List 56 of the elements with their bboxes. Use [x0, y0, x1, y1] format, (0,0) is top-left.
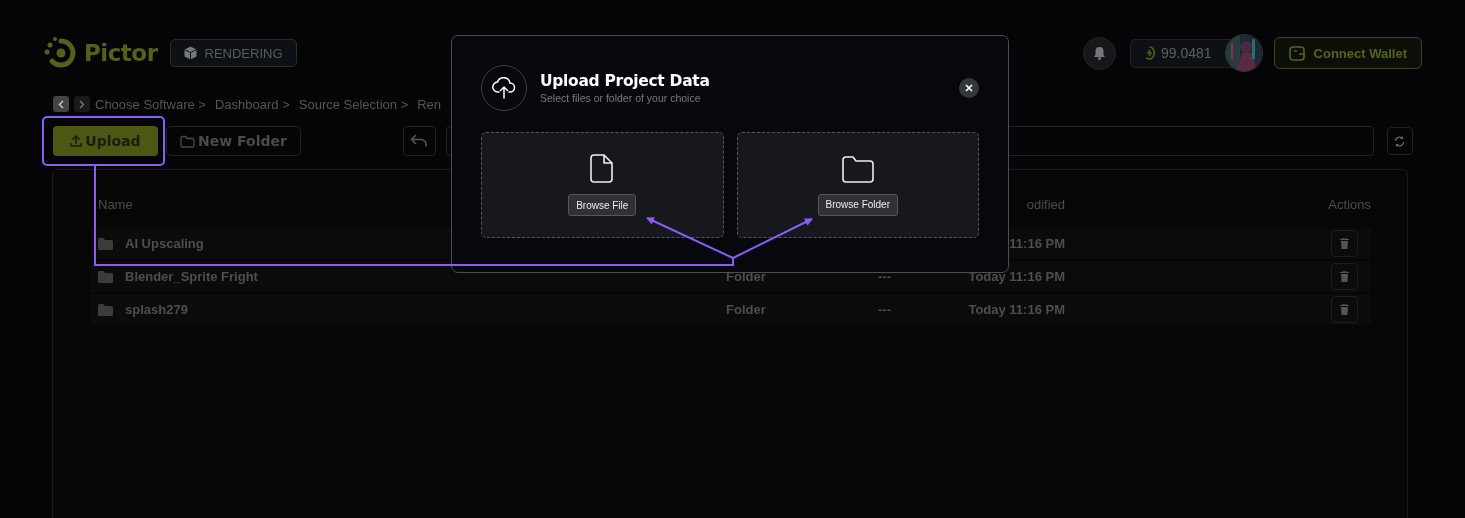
breadcrumb-link[interactable]: Dashboard >: [214, 96, 290, 112]
refresh-button[interactable]: [1386, 127, 1413, 155]
trash-icon: [1340, 238, 1349, 249]
logo-icon: [44, 36, 78, 70]
wallet-icon: [1288, 45, 1305, 61]
back-button[interactable]: [53, 96, 69, 112]
mode-badge[interactable]: RENDERING: [169, 39, 297, 67]
undo-icon: [410, 134, 429, 148]
trash-icon: [1340, 304, 1349, 315]
drop-zone[interactable]: Browse Folder: [736, 132, 979, 238]
column-header: odified: [1025, 196, 1065, 212]
file-name: splash279: [125, 302, 188, 317]
logo-text: Pictor: [84, 40, 158, 66]
upload-icon: [70, 135, 83, 147]
close-button[interactable]: [959, 78, 979, 98]
file-name: AI Upscaling: [125, 236, 204, 251]
table-row[interactable]: splash279 Folder --- Today 11:16 PM: [91, 294, 1371, 325]
browse-button[interactable]: Browse Folder: [817, 193, 898, 216]
coin-icon: [1143, 46, 1155, 60]
chevron-right-icon: [79, 99, 85, 109]
drop-zone[interactable]: Browse File: [481, 132, 724, 238]
undo-button[interactable]: [402, 126, 436, 156]
trash-icon: [1340, 271, 1349, 282]
column-header: Name: [98, 196, 133, 212]
forward-button[interactable]: [74, 96, 90, 112]
size-cell-text: ---: [878, 302, 892, 317]
upload-button[interactable]: Upload: [53, 126, 158, 156]
size-cell-text: ---: [878, 269, 892, 284]
new-folder-button[interactable]: New Folder: [166, 126, 301, 156]
dialog-subtitle: Select files or folder of your choice: [540, 92, 702, 104]
breadcrumb-link[interactable]: Choose Software >: [95, 96, 206, 112]
delete-button[interactable]: [1331, 230, 1358, 257]
folder-icon: [98, 237, 113, 250]
folder-icon: [841, 154, 874, 183]
folder-plus-icon: [180, 134, 195, 148]
close-icon: [965, 84, 973, 92]
column-header: Actions: [1328, 196, 1371, 212]
connect-wallet-button[interactable]: Connect Wallet: [1273, 37, 1422, 69]
dialog-title: Upload Project Data: [540, 72, 710, 90]
modified-cell-text: 11:16 PM: [1008, 236, 1065, 251]
browse-button[interactable]: Browse File: [568, 194, 637, 216]
file-name: Blender_Sprite Fright: [125, 269, 258, 284]
refresh-icon: [1394, 135, 1406, 147]
bell-icon: [1092, 46, 1106, 60]
delete-button[interactable]: [1331, 263, 1358, 290]
breadcrumb-link[interactable]: Ren: [417, 96, 442, 112]
chevron-left-icon: [58, 99, 64, 109]
type-cell-text: Folder: [726, 302, 767, 317]
folder-icon: [98, 303, 113, 316]
notification-button[interactable]: [1082, 36, 1116, 70]
delete-button[interactable]: [1331, 296, 1358, 323]
file-icon: [590, 154, 615, 183]
breadcrumb-link[interactable]: Source Selection >: [298, 96, 409, 112]
cube-icon: [183, 46, 197, 60]
modified-cell-text: Today 11:16 PM: [967, 302, 1065, 317]
folder-icon: [98, 270, 113, 283]
